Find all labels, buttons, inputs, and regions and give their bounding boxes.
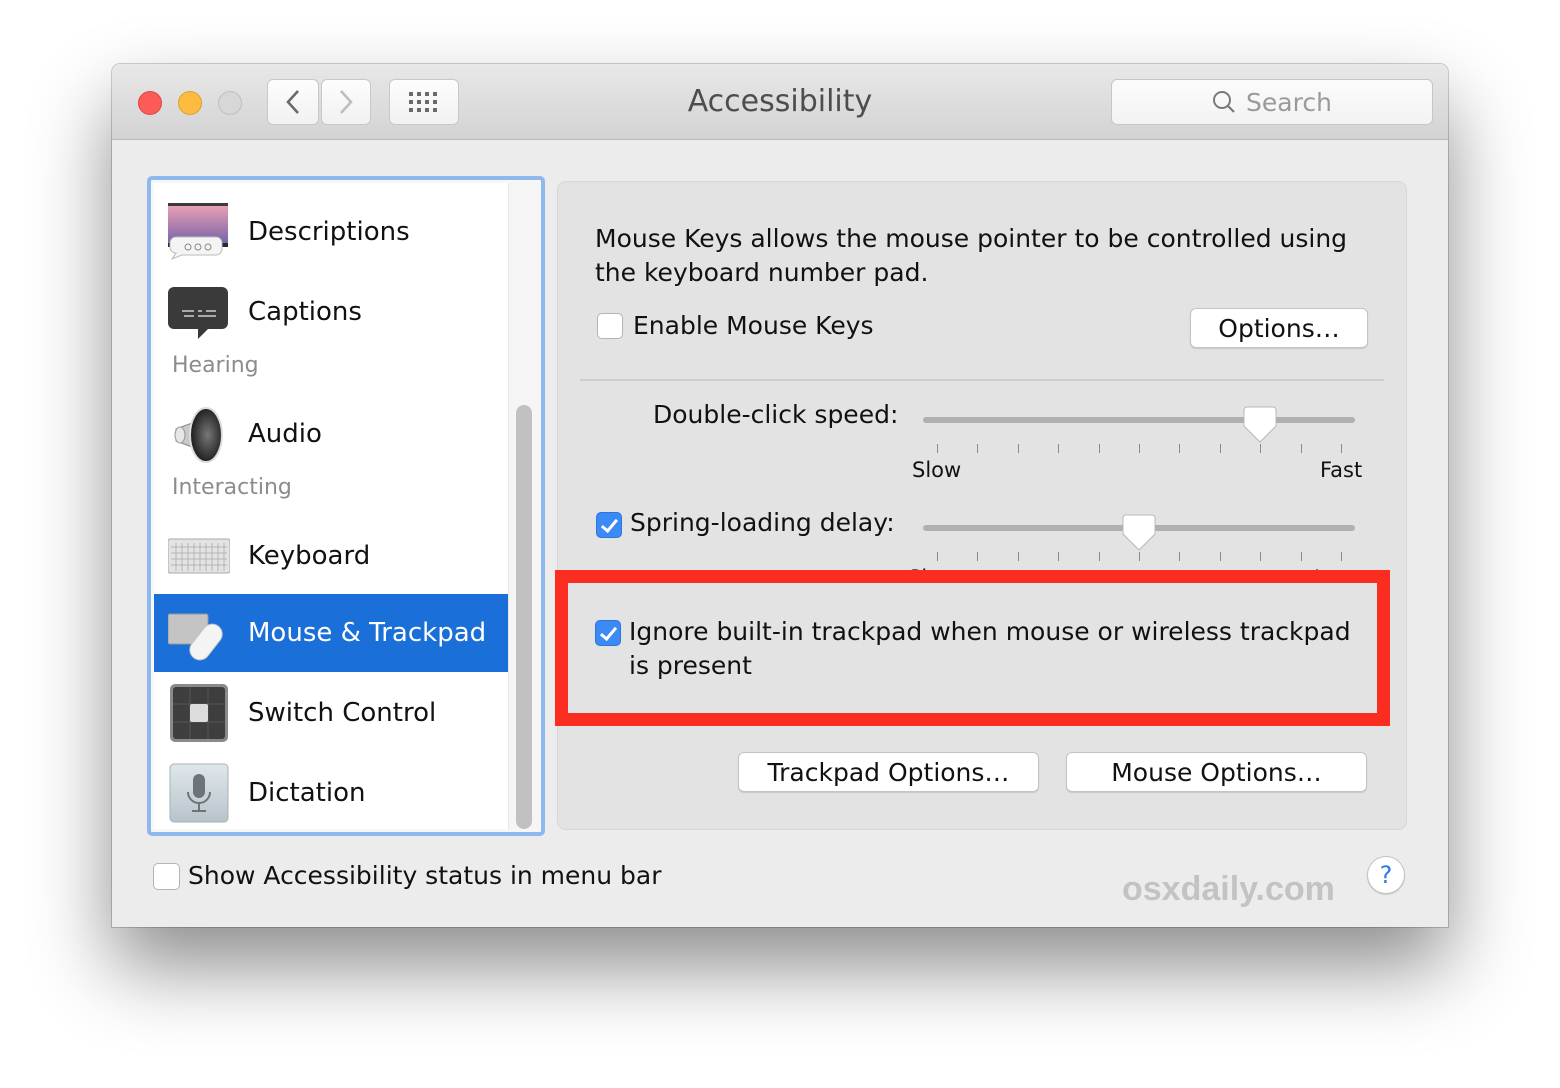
sidebar-item-label: Audio <box>248 419 322 449</box>
sidebar-item-captions[interactable]: Captions <box>154 273 508 351</box>
slider-tick <box>1341 552 1342 561</box>
section-header-interacting: Interacting <box>172 475 292 500</box>
search-icon <box>1213 91 1235 113</box>
mouse-keys-options-button[interactable]: Options… <box>1190 308 1368 348</box>
slider-track <box>923 417 1355 423</box>
slider-tick <box>1260 552 1262 561</box>
sidebar-item-label: Mouse & Trackpad <box>248 618 487 648</box>
slider-tick <box>1260 444 1262 453</box>
sidebar-item-label: Descriptions <box>248 217 410 247</box>
help-button[interactable]: ? <box>1367 856 1405 894</box>
speaker-icon <box>174 407 223 463</box>
microphone-icon <box>169 763 229 823</box>
slider-tick <box>1098 444 1100 453</box>
slider-tick <box>1179 444 1181 453</box>
sidebar-item-label: Switch Control <box>248 698 437 728</box>
slider-tick <box>1017 552 1019 561</box>
slider-tick <box>977 444 979 453</box>
slider-tick <box>1058 444 1060 453</box>
slider-tick <box>1341 444 1342 453</box>
slider-thumb[interactable] <box>1122 514 1156 552</box>
search-field[interactable]: Search <box>1111 79 1433 125</box>
show-status-checkbox[interactable] <box>153 863 180 890</box>
sidebar-item-keyboard[interactable]: Keyboard <box>154 517 508 595</box>
slider-tick <box>1219 552 1221 561</box>
highlight-annotation-box: Ignore built-in trackpad when mouse or w… <box>555 570 1390 726</box>
section-divider <box>580 379 1384 381</box>
spring-loading-delay-slider[interactable] <box>923 512 1355 572</box>
sidebar-item-descriptions[interactable]: Descriptions <box>154 193 508 271</box>
mouse-options-button[interactable]: Mouse Options… <box>1066 752 1367 792</box>
ignore-trackpad-label: Ignore built-in trackpad when mouse or w… <box>629 617 1351 680</box>
slider-tick <box>1058 552 1060 561</box>
show-status-label: Show Accessibility status in menu bar <box>188 861 662 890</box>
spring-loading-delay-label: Spring-loading delay: <box>630 508 895 537</box>
slider-tick <box>1098 552 1100 561</box>
trackpad-options-button[interactable]: Trackpad Options… <box>738 752 1039 792</box>
sidebar-item-dictation[interactable]: Dictation <box>154 754 508 832</box>
slider-tick <box>1139 444 1140 453</box>
sidebar-item-label: Captions <box>248 297 362 327</box>
sidebar-item-audio[interactable]: Audio <box>154 395 508 473</box>
double-click-speed-slider[interactable] <box>923 404 1355 464</box>
category-list-items: Descriptions Captions Hearing Audio Inte… <box>154 183 508 829</box>
slider-tick <box>1017 444 1019 453</box>
enable-mouse-keys-label: Enable Mouse Keys <box>633 311 874 340</box>
slider-tick <box>937 444 938 453</box>
ignore-trackpad-checkbox[interactable] <box>595 620 621 646</box>
double-click-speed-label: Double-click speed: <box>653 400 899 429</box>
keyboard-icon <box>168 538 230 574</box>
slider-tick <box>977 552 979 561</box>
slider-thumb[interactable] <box>1243 406 1277 444</box>
slider-min-label: Slow <box>912 458 962 482</box>
sidebar-scrollbar-thumb[interactable] <box>516 405 532 829</box>
slider-max-label: Fast <box>1320 458 1363 482</box>
mouse-trackpad-icon <box>168 613 223 661</box>
sidebar-item-label: Keyboard <box>248 541 371 571</box>
mouse-keys-description: Mouse Keys allows the mouse pointer to b… <box>595 224 1348 287</box>
sidebar-item-label: Dictation <box>248 778 366 808</box>
descriptions-icon <box>168 203 228 261</box>
sidebar-item-switch-control[interactable]: Switch Control <box>154 674 508 752</box>
titlebar: Accessibility Search <box>112 64 1448 140</box>
sidebar-item-mouse-trackpad[interactable]: Mouse & Trackpad <box>154 594 508 672</box>
search-placeholder: Search <box>1246 87 1332 117</box>
category-list[interactable]: Descriptions Captions Hearing Audio Inte… <box>147 176 545 836</box>
sidebar-scrollbar[interactable] <box>508 183 539 829</box>
preferences-window: Accessibility Search Descriptions Captio… <box>112 64 1448 927</box>
slider-tick <box>1300 552 1302 561</box>
slider-tick <box>1139 552 1140 561</box>
slider-tick <box>1219 444 1221 453</box>
switch-control-icon <box>170 684 228 742</box>
section-header-hearing: Hearing <box>172 353 259 378</box>
mouse-trackpad-panel: Mouse Keys allows the mouse pointer to b… <box>557 181 1407 830</box>
spring-loading-checkbox[interactable] <box>596 512 622 538</box>
captions-icon <box>168 287 228 339</box>
enable-mouse-keys-checkbox[interactable] <box>597 313 623 339</box>
slider-tick <box>1179 552 1181 561</box>
slider-tick <box>1300 444 1302 453</box>
slider-tick <box>937 552 938 561</box>
watermark: osxdaily.com <box>1122 870 1335 908</box>
